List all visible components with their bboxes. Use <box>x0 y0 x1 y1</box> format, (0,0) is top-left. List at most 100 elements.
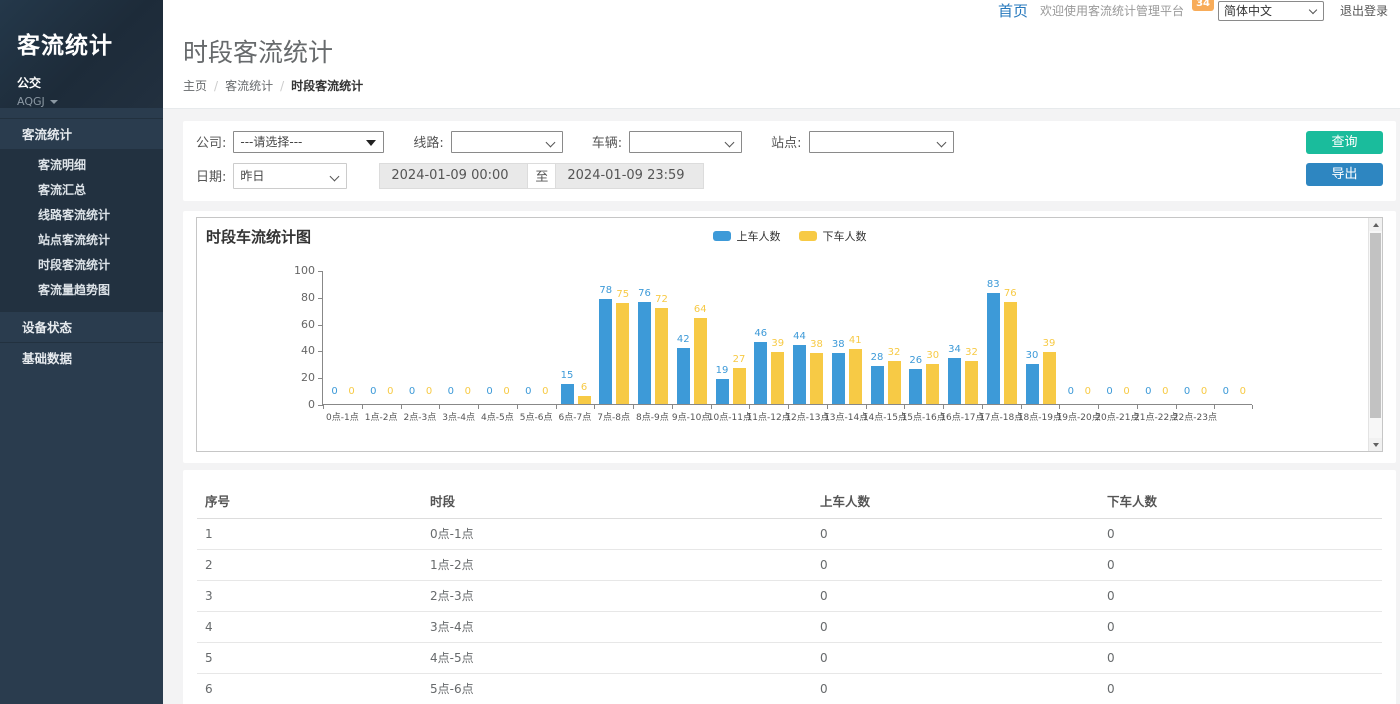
bar-off-17[interactable] <box>1004 302 1017 404</box>
bar-on-8[interactable] <box>638 302 651 404</box>
sidebar-subitem-5[interactable]: 客流量趋势图 <box>0 278 163 303</box>
date-range-group: 至 <box>379 163 704 189</box>
x-axis-tick <box>1137 405 1138 409</box>
y-axis-tick <box>318 271 323 272</box>
bar-value-label: 32 <box>956 347 987 358</box>
bar-off-9[interactable] <box>694 318 707 404</box>
line-select-wrap <box>451 131 563 153</box>
sidebar-subitem-1[interactable]: 客流汇总 <box>0 178 163 203</box>
x-axis-tick <box>439 405 440 409</box>
sidebar-logo-block: 客流统计 公交 AQGJ <box>0 0 163 108</box>
sidebar-section-base-data[interactable]: 基础数据 <box>0 342 163 373</box>
table-cell: 1 <box>197 519 422 550</box>
bar-on-16[interactable] <box>948 358 961 404</box>
breadcrumb-parent[interactable]: 客流统计 <box>225 77 273 94</box>
breadcrumb-separator: / <box>214 79 218 93</box>
breadcrumb-home[interactable]: 主页 <box>183 77 207 94</box>
x-axis-tick <box>362 405 363 409</box>
bar-on-12[interactable] <box>793 345 806 404</box>
bar-value-label: 6 <box>569 382 600 393</box>
sidebar-section-passenger-stats[interactable]: 客流统计 <box>0 118 163 149</box>
bar-off-16[interactable] <box>965 361 978 404</box>
sidebar-section-device-status[interactable]: 设备状态 <box>0 311 163 342</box>
x-axis-tick <box>1098 405 1099 409</box>
bar-chart-plot: 020406080100000点-1点001点-2点002点-3点003点-4点… <box>322 271 1252 405</box>
y-axis-tick-label: 0 <box>283 398 315 411</box>
query-button[interactable]: 查询 <box>1306 131 1383 154</box>
scroll-up-arrow-icon[interactable] <box>1369 218 1382 231</box>
main-area: 首页 欢迎使用客流统计管理平台 34 简体中文 退出登录 时段客流统计 主页 /… <box>163 0 1400 704</box>
filter-row-2: 日期: 昨日 至 <box>196 162 1383 189</box>
bar-on-17[interactable] <box>987 293 1000 404</box>
date-range-select-wrap: 昨日 <box>233 163 347 189</box>
date-end-input[interactable] <box>555 163 704 189</box>
logout-link[interactable]: 退出登录 <box>1340 2 1388 19</box>
table-cell: 1点-2点 <box>422 550 812 581</box>
vehicle-select[interactable] <box>629 131 742 153</box>
bar-off-10[interactable] <box>733 368 746 404</box>
x-axis-tick <box>556 405 557 409</box>
y-axis-tick <box>318 378 323 379</box>
bar-off-11[interactable] <box>771 352 784 404</box>
bar-on-7[interactable] <box>599 299 612 404</box>
x-axis-tick <box>788 405 789 409</box>
table-row: 21点-2点00 <box>197 550 1382 581</box>
chevron-down-icon <box>50 100 58 104</box>
bar-on-15[interactable] <box>909 369 922 404</box>
legend-label: 下车人数 <box>823 228 867 244</box>
bar-off-6[interactable] <box>578 396 591 404</box>
bar-on-13[interactable] <box>832 353 845 404</box>
sidebar-subitem-3[interactable]: 站点客流统计 <box>0 228 163 253</box>
table-cell: 0 <box>812 519 1099 550</box>
bar-off-8[interactable] <box>655 308 668 404</box>
bar-off-18[interactable] <box>1043 352 1056 404</box>
station-select[interactable] <box>809 131 954 153</box>
bar-on-14[interactable] <box>871 366 884 404</box>
table-cell: 0 <box>1099 674 1382 704</box>
sidebar-submenu: 客流明细客流汇总线路客流统计站点客流统计时段客流统计客流量趋势图 <box>0 149 163 311</box>
date-range-select[interactable]: 昨日 <box>233 163 347 189</box>
export-button[interactable]: 导出 <box>1306 163 1383 186</box>
bar-value-label: 27 <box>724 354 755 365</box>
y-axis-tick-label: 20 <box>283 371 315 384</box>
app-root: 客流统计 公交 AQGJ 客流统计 客流明细客流汇总线路客流统计站点客流统计时段… <box>0 0 1400 704</box>
x-axis-tick <box>1214 405 1215 409</box>
sidebar-subitem-4[interactable]: 时段客流统计 <box>0 253 163 278</box>
sidebar: 客流统计 公交 AQGJ 客流统计 客流明细客流汇总线路客流统计站点客流统计时段… <box>0 0 163 704</box>
welcome-text: 欢迎使用客流统计管理平台 <box>1040 2 1184 19</box>
bar-on-18[interactable] <box>1026 364 1039 404</box>
bar-value-label: 0 <box>530 386 561 397</box>
bar-value-label: 41 <box>840 335 871 346</box>
legend-item[interactable]: 上车人数 <box>713 228 781 244</box>
y-axis-tick <box>318 351 323 352</box>
sidebar-subitem-2[interactable]: 线路客流统计 <box>0 203 163 228</box>
sidebar-subitem-0[interactable]: 客流明细 <box>0 153 163 178</box>
vehicle-select-wrap <box>629 131 742 153</box>
bar-value-label: 15 <box>552 370 583 381</box>
home-link[interactable]: 首页 <box>998 0 1028 21</box>
language-select[interactable]: 简体中文 <box>1218 1 1324 21</box>
bar-off-12[interactable] <box>810 353 823 404</box>
bar-off-7[interactable] <box>616 303 629 404</box>
topbar: 首页 欢迎使用客流统计管理平台 34 简体中文 退出登录 <box>163 0 1400 21</box>
bar-off-15[interactable] <box>926 364 939 404</box>
x-axis-tick <box>1021 405 1022 409</box>
table-cell: 0 <box>1099 550 1382 581</box>
table-row: 10点-1点00 <box>197 519 1382 550</box>
bar-on-10[interactable] <box>716 379 729 404</box>
chart-scrollbar[interactable] <box>1368 218 1382 451</box>
line-select[interactable] <box>451 131 563 153</box>
legend-item[interactable]: 下车人数 <box>799 228 867 244</box>
bar-off-13[interactable] <box>849 349 862 404</box>
scrollbar-thumb[interactable] <box>1370 233 1381 418</box>
company-select[interactable]: ---请选择--- <box>233 131 384 153</box>
scroll-down-arrow-icon[interactable] <box>1369 438 1382 451</box>
table-cell: 5 <box>197 643 422 674</box>
x-axis-tick <box>1059 405 1060 409</box>
bar-off-14[interactable] <box>888 361 901 404</box>
legend-label: 上车人数 <box>737 228 781 244</box>
org-selector[interactable]: AQGJ <box>17 95 163 108</box>
bar-on-9[interactable] <box>677 348 690 404</box>
date-start-input[interactable] <box>379 163 528 189</box>
bar-on-11[interactable] <box>754 342 767 404</box>
